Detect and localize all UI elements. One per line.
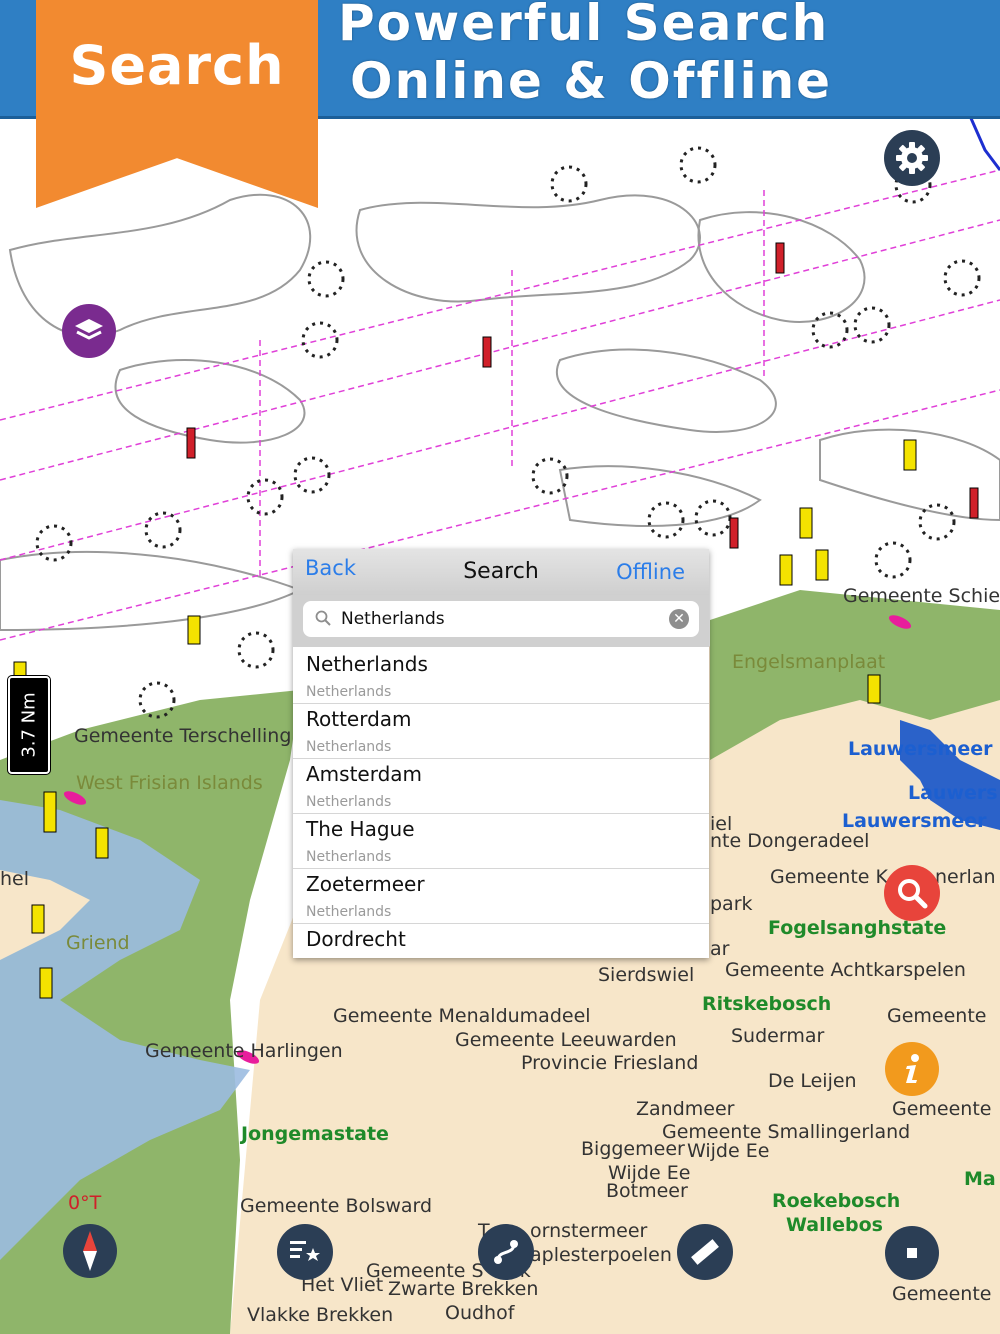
list-item[interactable]: Dordrecht bbox=[293, 924, 709, 978]
info-button[interactable] bbox=[885, 1042, 939, 1096]
scale-bar: 3.7 Nm bbox=[8, 676, 50, 774]
result-name: Dordrecht bbox=[306, 927, 406, 951]
map-label: Lauwers bbox=[908, 782, 998, 804]
info-icon bbox=[906, 1054, 919, 1083]
ribbon-label: Search bbox=[69, 34, 285, 97]
map-label: Gemeente Schie bbox=[843, 585, 1000, 607]
map-label: Zwarte Brekken bbox=[388, 1278, 539, 1300]
list-item[interactable]: The Hague Netherlands bbox=[293, 814, 709, 869]
map-label: Lauwersmeer bbox=[848, 738, 993, 760]
map-label: Gemeente K bbox=[770, 866, 888, 888]
map-label: Gemeente bbox=[892, 1283, 992, 1305]
map-label: Gemeente Bolsward bbox=[240, 1195, 433, 1217]
map-label: Ma bbox=[964, 1168, 996, 1190]
map-label: hel bbox=[0, 868, 30, 890]
search-results-list: Netherlands Netherlands Rotterdam Nether… bbox=[293, 649, 709, 978]
heading-label: 0°T bbox=[68, 1192, 102, 1214]
favorites-list-button[interactable] bbox=[277, 1224, 333, 1280]
list-star-icon bbox=[290, 1241, 320, 1261]
map-label: Gemeente Leeuwarden bbox=[455, 1029, 677, 1051]
gear-icon bbox=[896, 142, 928, 174]
map-label: Gemeente bbox=[887, 1005, 987, 1027]
map-label: Wallebos bbox=[786, 1214, 883, 1236]
map-label: Roekebosch bbox=[772, 1190, 901, 1212]
map-label: Gemeente Menaldumadeel bbox=[333, 1005, 591, 1027]
map-label: Gemeente Harlingen bbox=[145, 1040, 343, 1062]
search-map-button[interactable] bbox=[884, 865, 940, 921]
result-country: Netherlands bbox=[306, 904, 392, 920]
map-label: ornstermeer bbox=[530, 1220, 648, 1242]
map-label: aplesterpoelen bbox=[530, 1244, 672, 1266]
compass-icon bbox=[83, 1231, 97, 1271]
search-icon bbox=[315, 610, 331, 626]
stop-button[interactable] bbox=[885, 1226, 939, 1280]
map-label: nerlan bbox=[935, 866, 996, 888]
result-country: Netherlands bbox=[306, 794, 392, 810]
list-item[interactable]: Zoetermeer Netherlands bbox=[293, 869, 709, 924]
map-label: Biggemeer bbox=[581, 1138, 685, 1160]
result-country: Netherlands bbox=[306, 849, 392, 865]
compass-button[interactable] bbox=[63, 1224, 117, 1278]
search-field[interactable]: ✕ bbox=[303, 601, 699, 637]
layers-icon bbox=[75, 319, 103, 340]
list-item[interactable]: Rotterdam Netherlands bbox=[293, 704, 709, 759]
map-label: Vlakke Brekken bbox=[247, 1304, 394, 1326]
result-country: Netherlands bbox=[306, 684, 392, 700]
ruler-button[interactable] bbox=[677, 1224, 733, 1280]
map-label: Gemeente Achtkarspelen bbox=[725, 959, 966, 981]
map-label: De Leijen bbox=[768, 1070, 857, 1092]
headline-line2: Online & Offline bbox=[350, 52, 833, 110]
map-label: Botmeer bbox=[606, 1180, 688, 1202]
map-label: Engelsmanplaat bbox=[732, 651, 886, 673]
map-label: West Frisian Islands bbox=[76, 772, 263, 794]
result-name: Rotterdam bbox=[306, 707, 412, 731]
map-label: Fogelsanghstate bbox=[768, 917, 947, 939]
settings-button[interactable] bbox=[884, 130, 940, 186]
ruler-icon bbox=[691, 1239, 719, 1265]
map-label: Lauwersmeer bbox=[842, 810, 987, 832]
list-item[interactable]: Netherlands Netherlands bbox=[293, 649, 709, 704]
list-item[interactable]: Amsterdam Netherlands bbox=[293, 759, 709, 814]
search-panel-header: Back Search Offline bbox=[293, 549, 709, 595]
map-label: nte Dongeradeel bbox=[710, 830, 870, 852]
offline-toggle[interactable]: Offline bbox=[616, 560, 685, 584]
map-label: Jongemastate bbox=[241, 1123, 389, 1145]
map-label: Zandmeer bbox=[636, 1098, 735, 1120]
scale-bar-label: 3.7 Nm bbox=[18, 692, 40, 758]
map-label: Sudermar bbox=[731, 1025, 825, 1047]
magnifier-icon bbox=[898, 879, 928, 909]
search-input[interactable] bbox=[341, 601, 661, 637]
stop-icon bbox=[907, 1248, 917, 1258]
result-name: Netherlands bbox=[306, 652, 428, 676]
result-name: The Hague bbox=[306, 817, 415, 841]
route-button[interactable] bbox=[478, 1224, 534, 1280]
clear-icon[interactable]: ✕ bbox=[669, 609, 689, 629]
map-label: Wijde Ee bbox=[687, 1140, 770, 1162]
map-label: park bbox=[710, 893, 753, 915]
search-panel: Back Search Offline ✕ Netherlands Nether… bbox=[293, 549, 709, 958]
map-label: Gemeente bbox=[892, 1098, 992, 1120]
layers-button[interactable] bbox=[62, 304, 116, 358]
result-country: Netherlands bbox=[306, 739, 392, 755]
map-label: Provincie Friesland bbox=[521, 1052, 699, 1074]
route-icon bbox=[494, 1240, 518, 1264]
result-name: Amsterdam bbox=[306, 762, 423, 786]
headline-line1: Powerful Search bbox=[338, 0, 830, 52]
map-label: Gemeente Terschelling bbox=[74, 725, 292, 747]
search-bar: ✕ bbox=[293, 595, 709, 647]
result-name: Zoetermeer bbox=[306, 872, 425, 896]
map-label: Oudhof bbox=[445, 1302, 515, 1324]
map-label: Ritskebosch bbox=[702, 993, 832, 1015]
map-label: ar bbox=[710, 938, 730, 960]
map-label: Griend bbox=[66, 932, 130, 954]
